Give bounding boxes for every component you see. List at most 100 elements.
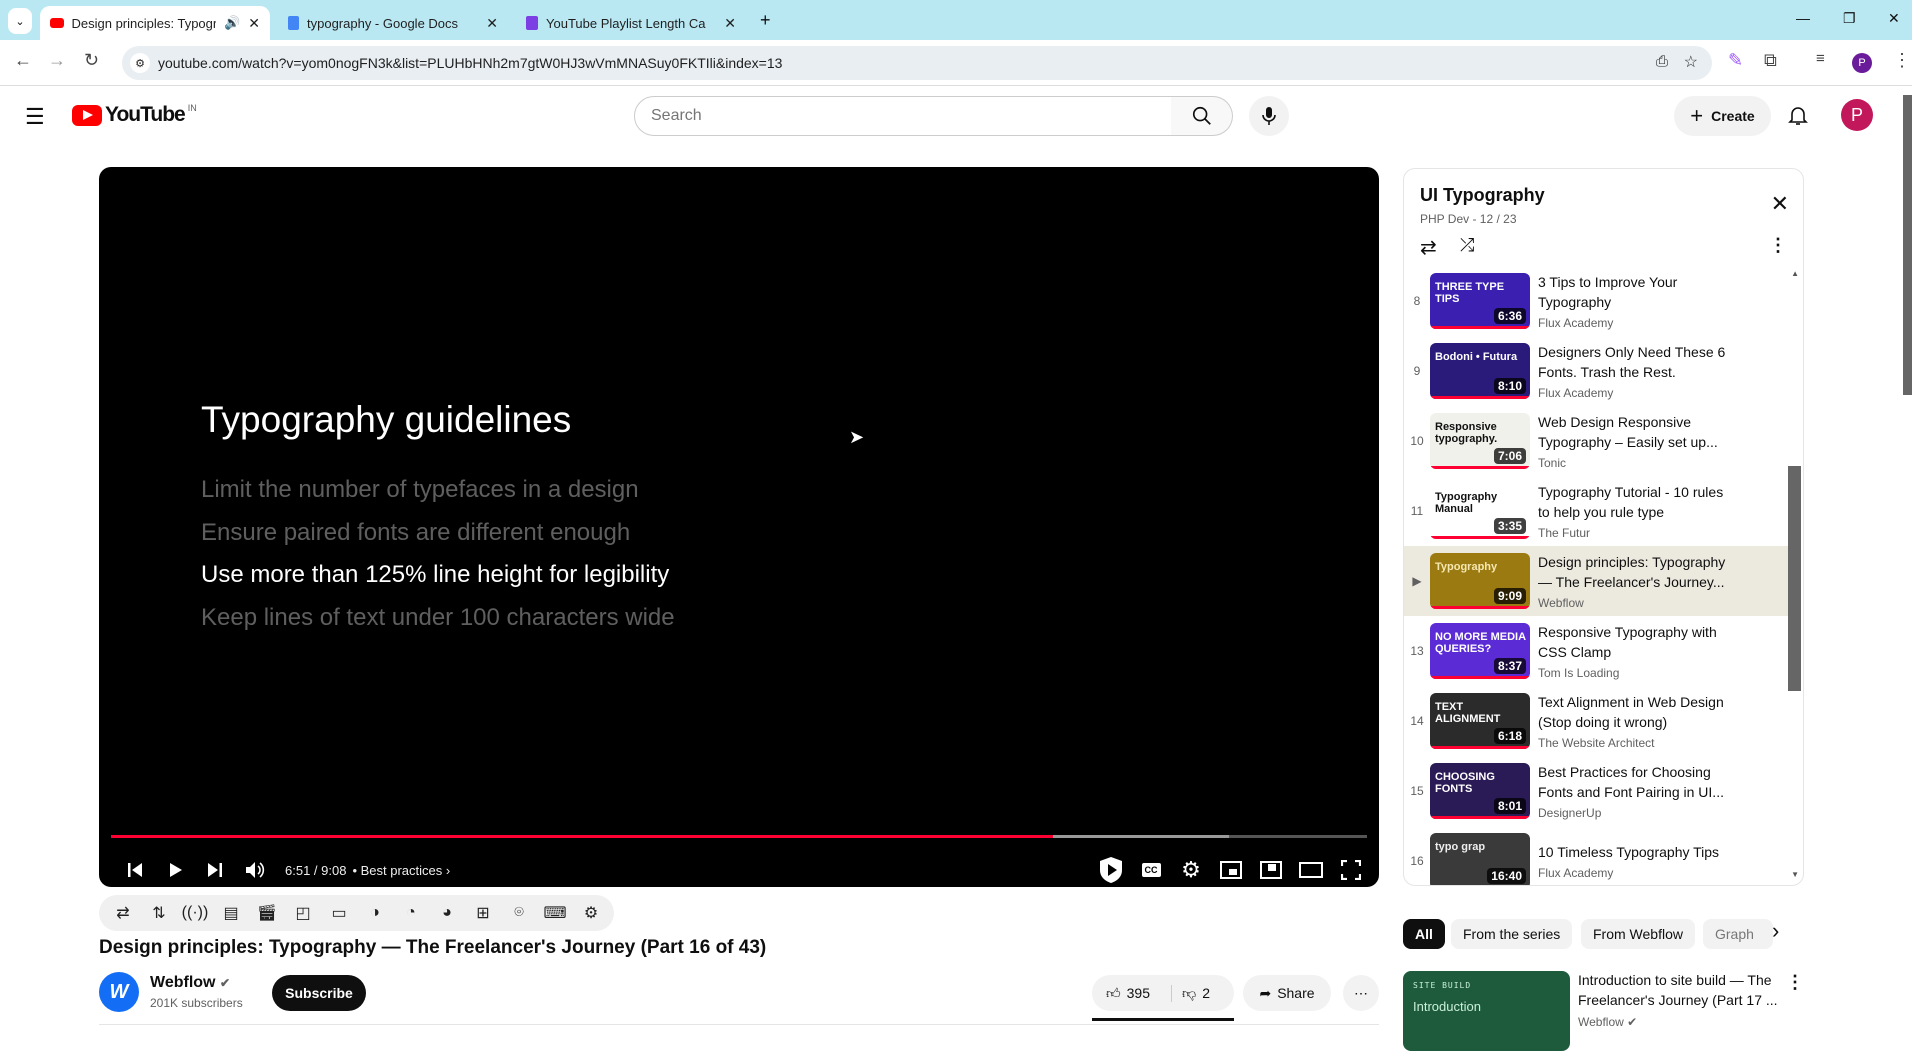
recommended-menu-icon[interactable]: ⋮ [1786, 972, 1804, 993]
playlist-item[interactable]: 10 Responsive typography. 7:06 Web Desig… [1404, 406, 1790, 476]
tab-playlist-calculator[interactable]: YouTube Playlist Length Calcula ✕ [516, 6, 746, 40]
item-thumbnail[interactable]: Typography Manual 3:35 [1430, 483, 1530, 539]
youtube-logo[interactable]: YouTube IN [72, 103, 197, 127]
channel-name-row[interactable]: Webflow ✔ [150, 974, 230, 992]
speaker-icon[interactable]: 🔊 [224, 15, 240, 31]
channel-name[interactable]: Webflow [150, 974, 215, 991]
speed-plus-icon[interactable]: ◕ [433, 902, 461, 924]
site-info-icon[interactable]: ⚙ [130, 53, 150, 73]
dislike-button[interactable]: 👎︎ 2 [1172, 985, 1210, 1002]
resize-icon[interactable]: ◰ [289, 902, 317, 924]
item-thumbnail[interactable]: CHOOSING FONTS 8:01 [1430, 763, 1530, 819]
shuffle-icon[interactable]: ⤮ [1460, 235, 1474, 256]
loop-playlist-icon[interactable]: ⇄ [1420, 235, 1437, 260]
hamburger-menu-icon[interactable]: ☰ [25, 104, 45, 130]
speed-icon[interactable]: ◔ [397, 902, 425, 924]
playlist-item[interactable]: 15 CHOOSING FONTS 8:01 Best Practices fo… [1404, 756, 1790, 826]
back-icon[interactable]: ← [14, 50, 32, 71]
bookmark-star-icon[interactable]: ☆ [1684, 52, 1698, 72]
picture-plus-icon[interactable]: ⊞ [469, 902, 497, 924]
playlist-scrollbar-thumb[interactable] [1788, 466, 1801, 691]
minimize-button[interactable]: — [1796, 10, 1810, 26]
item-thumbnail[interactable]: Responsive typography. 7:06 [1430, 413, 1530, 469]
voice-search-button[interactable] [1249, 96, 1289, 136]
shield-play-icon[interactable] [1091, 850, 1131, 887]
chip-from-webflow[interactable]: From Webflow [1581, 919, 1695, 949]
keyboard-icon[interactable]: ⌨ [541, 902, 569, 924]
chips-next-icon[interactable]: › [1772, 918, 1779, 944]
theater-mode-icon[interactable] [1291, 850, 1331, 887]
tab-google-docs[interactable]: typography - Google Docs ✕ [278, 6, 508, 40]
recommended-thumbnail[interactable]: SITE BUILD Introduction [1403, 971, 1570, 1051]
page-scrollbar-thumb[interactable] [1903, 95, 1912, 395]
new-tab-button[interactable]: + [760, 10, 771, 31]
close-window-button[interactable]: ✕ [1888, 10, 1900, 27]
reload-icon[interactable]: ↻ [84, 50, 99, 71]
chip-from-the-series[interactable]: From the series [1451, 919, 1573, 949]
broadcast-icon[interactable]: ((·)) [181, 902, 209, 924]
pip-icon[interactable] [1251, 850, 1291, 887]
close-tab-icon[interactable]: ✕ [486, 15, 498, 32]
clapper-icon[interactable]: 🎬︎ [253, 902, 281, 924]
channel-avatar[interactable]: W [99, 972, 139, 1012]
item-thumbnail[interactable]: Bodoni • Futura 8:10 [1430, 343, 1530, 399]
previous-icon[interactable] [115, 850, 155, 887]
account-avatar[interactable]: P [1841, 99, 1873, 131]
item-thumbnail[interactable]: Typography 9:09 [1430, 553, 1530, 609]
close-tab-icon[interactable]: ✕ [724, 15, 736, 32]
playlist-item[interactable]: 8 THREE TYPE TIPS 6:36 3 Tips to Improve… [1404, 266, 1790, 336]
subscribe-button[interactable]: Subscribe [272, 975, 366, 1011]
notifications-button[interactable] [1786, 103, 1810, 132]
playlist-settings-icon[interactable]: ▤ [217, 902, 245, 924]
playlist-item[interactable]: 14 TEXT ALIGNMENT 6:18 Text Alignment in… [1404, 686, 1790, 756]
item-thumbnail[interactable]: TEXT ALIGNMENT 6:18 [1430, 693, 1530, 749]
scroll-down-arrow[interactable]: ▼ [1791, 870, 1799, 879]
share-button[interactable]: ➦ Share [1243, 975, 1331, 1011]
chip-graph[interactable]: Graph [1703, 919, 1773, 949]
create-button[interactable]: + Create [1674, 96, 1771, 136]
playlist-item[interactable]: 13 NO MORE MEDIA QUERIES? 8:37 Responsiv… [1404, 616, 1790, 686]
search-input[interactable] [634, 96, 1172, 136]
browser-menu-icon[interactable]: ⋮ [1893, 50, 1911, 71]
item-thumbnail[interactable]: THREE TYPE TIPS 6:36 [1430, 273, 1530, 329]
chip-all[interactable]: All [1403, 919, 1445, 949]
tab-search-button[interactable]: ⌄ [8, 8, 32, 34]
recommended-title[interactable]: Introduction to site build — The Freelan… [1578, 970, 1778, 1010]
playlist-item[interactable]: 9 Bodoni • Futura 8:10 Designers Only Ne… [1404, 336, 1790, 406]
like-button[interactable]: 👍︎ 395 [1092, 984, 1172, 1002]
tab-youtube[interactable]: Design principles: Typograp 🔊 ✕ [40, 6, 270, 40]
progress-bar[interactable] [111, 835, 1367, 838]
install-app-icon[interactable]: ⎙ [1656, 53, 1668, 70]
playlist-item[interactable]: 11 Typography Manual 3:35 Typography Tut… [1404, 476, 1790, 546]
item-thumbnail[interactable]: NO MORE MEDIA QUERIES? 8:37 [1430, 623, 1530, 679]
sort-icon[interactable]: ⇅ [145, 902, 173, 924]
close-playlist-icon[interactable]: ✕ [1771, 191, 1789, 217]
playlist-item[interactable]: 16 typo grap 16:40 10 Timeless Typograph… [1404, 826, 1790, 885]
close-tab-icon[interactable]: ✕ [248, 15, 260, 32]
subtitles-icon[interactable]: CC [1131, 850, 1171, 887]
profile-avatar[interactable]: P [1852, 53, 1872, 73]
miniplayer-icon[interactable] [1211, 850, 1251, 887]
playlist-item-current[interactable]: ▶ Typography 9:09 Design principles: Typ… [1404, 546, 1790, 616]
search-button[interactable] [1171, 96, 1233, 136]
next-icon[interactable] [195, 850, 235, 887]
restore-button[interactable]: ❐ [1843, 10, 1856, 27]
extension-settings-icon[interactable]: ⚙ [577, 902, 605, 924]
media-control-icon[interactable]: ≡ [1816, 50, 1825, 67]
repeat-icon[interactable]: ⇄ [109, 902, 137, 924]
item-thumbnail[interactable]: typo grap 16:40 [1430, 833, 1530, 885]
play-icon[interactable] [155, 850, 195, 887]
playlist-menu-icon[interactable]: ⋮ [1769, 235, 1787, 256]
recommended-channel[interactable]: Webflow [1578, 1015, 1624, 1029]
more-actions-button[interactable]: ⋯ [1343, 975, 1379, 1011]
settings-gear-icon[interactable]: ⚙ [1171, 850, 1211, 887]
filter-icon[interactable]: ◑ [361, 902, 389, 924]
fullscreen-icon[interactable] [1331, 850, 1371, 887]
screenshot-icon[interactable]: ⌾ [505, 902, 533, 924]
cinema-icon[interactable]: ▭ [325, 902, 353, 924]
chapter-button[interactable]: • Best practices › [352, 863, 450, 878]
playlist-title[interactable]: UI Typography [1420, 185, 1545, 206]
volume-icon[interactable] [235, 850, 275, 887]
forward-icon[interactable]: → [48, 50, 66, 71]
extension-pen-icon[interactable]: ✎ [1728, 50, 1743, 71]
